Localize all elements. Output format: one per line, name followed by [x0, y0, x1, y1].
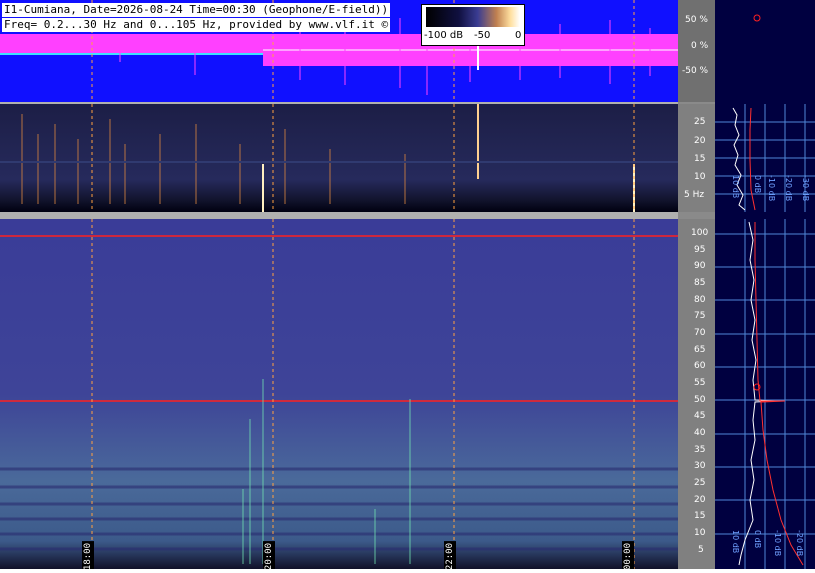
- bottom-tick-35: 35: [694, 445, 706, 455]
- bottom-tick-15: 15: [694, 511, 706, 521]
- waveform-tick-minus50: -50 %: [682, 66, 709, 76]
- bottom-tick-40: 40: [694, 428, 706, 438]
- bottom-tick-30: 30: [694, 461, 706, 471]
- color-scale-legend: -100 dB -50 0: [421, 4, 525, 46]
- panel-divider-2: [0, 212, 678, 219]
- legend-mid: -50: [474, 30, 491, 41]
- side-bottom-label-3: -10 dB: [773, 530, 782, 557]
- bottom-tick-50: 50: [694, 395, 706, 405]
- bottom-tick-55: 55: [694, 378, 706, 388]
- time-label-2: 20:00: [263, 541, 275, 569]
- side-bottom-label-4: -20 dB: [795, 530, 804, 557]
- top-tick-5hz: 5 Hz: [684, 190, 705, 200]
- bottom-tick-95: 95: [694, 245, 706, 255]
- side-bottom-label-2: 0 dB: [753, 530, 762, 549]
- bottom-tick-85: 85: [694, 278, 706, 288]
- spectrum-marker-top: [753, 14, 761, 22]
- low-frequency-spectrogram: [0, 104, 678, 212]
- spectrum-grid-top: [715, 104, 815, 212]
- side-top-label-4: -20 dB: [784, 175, 793, 202]
- spectrum-grid-bottom: [715, 219, 815, 569]
- side-top-label-3: -10 dB: [767, 175, 776, 202]
- average-spectrum-plot: [715, 14, 815, 569]
- bottom-tick-20: 20: [694, 495, 706, 505]
- top-tick-10: 10: [694, 172, 706, 182]
- top-tick-25: 25: [694, 117, 706, 127]
- bottom-tick-80: 80: [694, 295, 706, 305]
- station-info-line2: Freq= 0.2...30 Hz and 0...105 Hz, provid…: [2, 18, 391, 32]
- top-tick-20: 20: [694, 136, 706, 146]
- top-tick-15: 15: [694, 154, 706, 164]
- station-info-line1: I1-Cumiana, Date=2026-08-24 Time=00:30 (…: [2, 3, 391, 17]
- spectrum-model-top: [749, 107, 756, 211]
- legend-min: -100 dB: [424, 30, 464, 41]
- time-label-4: 00:00: [622, 541, 634, 569]
- spectrum-trace-bottom: [738, 221, 776, 566]
- bottom-tick-25: 25: [694, 478, 706, 488]
- side-top-label-5: -30 dB: [801, 175, 810, 202]
- bottom-tick-100: 100: [691, 228, 709, 238]
- side-bottom-label-1: 10 dB: [731, 530, 740, 554]
- time-label-3: 22:00: [444, 541, 456, 569]
- side-top-label-1: 10 dB: [731, 175, 740, 199]
- waveform-tick-0: 0 %: [691, 41, 709, 51]
- side-top-label-2: 0 dB: [753, 175, 762, 194]
- spectrum-model-bottom: [754, 222, 804, 566]
- time-label-1: 18:00: [82, 541, 94, 569]
- average-spectrum-column: 10 dB 0 dB -10 dB -20 dB -30 dB 10 dB 0 …: [715, 0, 815, 569]
- waveform-signal-band-left: [0, 34, 263, 54]
- bottom-tick-60: 60: [694, 361, 706, 371]
- bottom-tick-75: 75: [694, 311, 706, 321]
- color-scale-gradient: [426, 7, 520, 27]
- frequency-axis-column: 50 % 0 % -50 % 25 20 15 10 5 Hz 100 95 9…: [678, 0, 715, 569]
- spectrogram-bottom-plot: [0, 219, 678, 569]
- bottom-tick-70: 70: [694, 328, 706, 338]
- bottom-tick-65: 65: [694, 345, 706, 355]
- main-spectrogram: 18:00 20:00 22:00 00:00: [0, 219, 678, 569]
- waveform-tick-50: 50 %: [685, 15, 708, 25]
- bottom-tick-90: 90: [694, 261, 706, 271]
- bottom-tick-5: 5: [698, 545, 704, 555]
- legend-max: 0: [515, 30, 522, 41]
- bottom-tick-45: 45: [694, 411, 706, 421]
- bottom-tick-10: 10: [694, 528, 706, 538]
- spectrogram-top-plot: [0, 104, 678, 212]
